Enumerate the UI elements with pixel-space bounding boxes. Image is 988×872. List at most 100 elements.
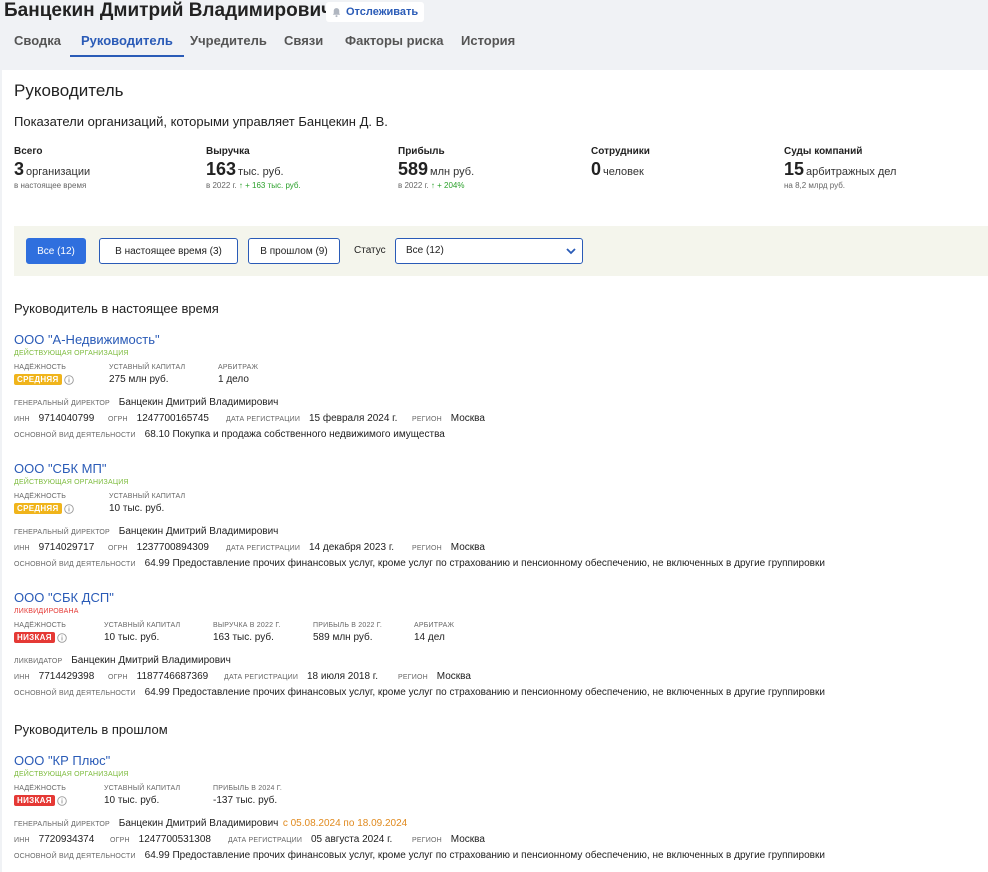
capital-label: УСТАВНЫЙ КАПИТАЛ [109,364,186,371]
chevron-down-icon [566,248,576,255]
region-value: Москва [450,413,485,424]
filter-bar: Все (12) В настоящее время (3) В прошлом… [14,226,988,276]
profit-value: -137 тыс. руб. [213,795,278,806]
org-name-link[interactable]: ООО "КР Плюс" [14,753,974,768]
info-icon[interactable] [56,795,67,806]
reg-date-value: 05 августа 2024 г. [310,834,393,845]
status-label: Статус [354,245,386,256]
director-value[interactable]: Банцекин Дмитрий Владимирович [119,818,279,829]
activity-label: ОСНОВНОЙ ВИД ДЕЯТЕЛЬНОСТИ [14,561,136,568]
tab-director[interactable]: Руководитель [70,30,184,57]
stat-label: Всего [14,146,43,157]
stat-employees: Сотрудники 0 человек [591,146,650,180]
region-label: РЕГИОН [412,416,442,423]
activity-label: ОСНОВНОЙ ВИД ДЕЯТЕЛЬНОСТИ [14,432,136,439]
profit-label: ПРИБЫЛЬ В 2024 Г. [213,785,283,792]
director-value[interactable]: Банцекин Дмитрий Владимирович [119,526,279,537]
reliability-label: НАДЁЖНОСТЬ [14,364,67,371]
follow-label: Отслеживать [346,6,419,18]
stat-number: 163 [206,159,237,179]
capital-label: УСТАВНЫЙ КАПИТАЛ [104,785,181,792]
capital-value: 10 тыс. руб. [104,795,160,806]
org-name-link[interactable]: ООО "СБК МП" [14,461,974,476]
tab-summary[interactable]: Сводка [14,30,61,57]
activity-value: 64.99 Предоставление прочих финансовых у… [144,558,825,569]
inn-label: ИНН [14,837,30,844]
reliability-label: НАДЁЖНОСТЬ [14,622,67,629]
filter-all-button[interactable]: Все (12) [26,238,86,264]
activity-label: ОСНОВНОЙ ВИД ДЕЯТЕЛЬНОСТИ [14,853,136,860]
director-label: ГЕНЕРАЛЬНЫЙ ДИРЕКТОР [14,400,110,407]
reliability-label: НАДЁЖНОСТЬ [14,493,67,500]
activity-label: ОСНОВНОЙ ВИД ДЕЯТЕЛЬНОСТИ [14,690,136,697]
tab-founder[interactable]: Учредитель [190,30,267,57]
region-label: РЕГИОН [412,837,442,844]
director-label: ГЕНЕРАЛЬНЫЙ ДИРЕКТОР [14,821,110,828]
filter-past-button[interactable]: В прошлом (9) [248,238,340,264]
arbitration-label: АРБИТРАЖ [414,622,455,629]
ogrn-label: ОГРН [108,674,128,681]
reg-date-value: 18 июля 2018 г. [306,671,379,682]
revenue-value: 163 тыс. руб. [213,632,274,643]
tab-history[interactable]: История [461,30,515,57]
stat-unit: арбитражных дел [806,166,897,178]
section-heading: Руководитель [14,81,124,100]
stat-label: Суды компаний [784,146,863,157]
inn-value: 9714029717 [38,542,95,553]
stat-note: в настоящее время [14,181,87,190]
ogrn-label: ОГРН [108,545,128,552]
status-select-value: Все (12) [406,245,444,256]
region-label: РЕГИОН [412,545,442,552]
org-card: ООО "А-Недвижимость" ДЕЙСТВУЮЩАЯ ОРГАНИЗ… [14,332,974,440]
stat-number: 3 [14,159,25,179]
inn-label: ИНН [14,416,30,423]
stat-label: Выручка [206,146,250,157]
current-section-title: Руководитель в настоящее время [14,301,219,316]
reg-date-value: 15 февраля 2024 г. [308,413,398,424]
filter-current-button[interactable]: В настоящее время (3) [99,238,238,264]
stat-unit: организации [26,166,91,178]
region-value: Москва [436,671,471,682]
reg-date-label: ДАТА РЕГИСТРАЦИИ [226,416,301,423]
info-icon[interactable] [56,632,67,643]
arbitration-label: АРБИТРАЖ [218,364,259,371]
director-value[interactable]: Банцекин Дмитрий Владимирович [119,397,279,408]
org-name-link[interactable]: ООО "СБК ДСП" [14,590,974,605]
capital-value: 275 млн руб. [109,374,169,385]
reg-date-label: ДАТА РЕГИСТРАЦИИ [224,674,299,681]
ogrn-value: 1247700531308 [138,834,211,845]
page-title: Банцекин Дмитрий Владимирович [4,0,333,21]
director-label: ГЕНЕРАЛЬНЫЙ ДИРЕКТОР [14,529,110,536]
stat-growth: ↑ + 163 тыс. руб. [238,181,301,190]
inn-value: 7714429398 [38,671,95,682]
org-status: ДЕЙСТВУЮЩАЯ ОРГАНИЗАЦИЯ [14,479,129,486]
reg-date-label: ДАТА РЕГИСТРАЦИИ [226,545,301,552]
profit-label: ПРИБЫЛЬ В 2022 Г. [313,622,383,629]
reliability-badge: НИЗКАЯ [14,795,55,806]
arbitration-value[interactable]: 1 дело [218,374,258,385]
ogrn-label: ОГРН [108,416,128,423]
follow-button[interactable]: Отслеживать [326,2,425,22]
activity-value: 68.10 Покупка и продажа собственного нед… [144,429,445,440]
status-select[interactable]: Все (12) [395,238,583,264]
org-card: ООО "КР Плюс" ДЕЙСТВУЮЩАЯ ОРГАНИЗАЦИЯ НА… [14,753,974,861]
stat-unit: человек [603,166,644,178]
tab-risk-factors[interactable]: Факторы риска [345,30,444,57]
ogrn-value: 1247700165745 [136,413,209,424]
org-name-link[interactable]: ООО "А-Недвижимость" [14,332,974,347]
ogrn-label: ОГРН [110,837,130,844]
info-icon[interactable] [63,374,74,385]
stat-note: в 2022 г. [206,181,237,190]
liquidator-value[interactable]: Банцекин Дмитрий Владимирович [71,655,231,666]
reliability-badge: НИЗКАЯ [14,632,55,643]
org-status: ДЕЙСТВУЮЩАЯ ОРГАНИЗАЦИЯ [14,771,129,778]
stat-revenue: Выручка 163 тыс. руб. в 2022 г. ↑ + 163 т… [206,146,301,190]
activity-value: 64.99 Предоставление прочих финансовых у… [144,687,825,698]
capital-value: 10 тыс. руб. [104,632,160,643]
reliability-badge: СРЕДНЯЯ [14,503,62,514]
info-icon[interactable] [63,503,74,514]
tab-links[interactable]: Связи [284,30,323,57]
arbitration-value[interactable]: 14 дел [414,632,454,643]
inn-value: 9714040799 [38,413,95,424]
stat-note: в 2022 г. [398,181,429,190]
